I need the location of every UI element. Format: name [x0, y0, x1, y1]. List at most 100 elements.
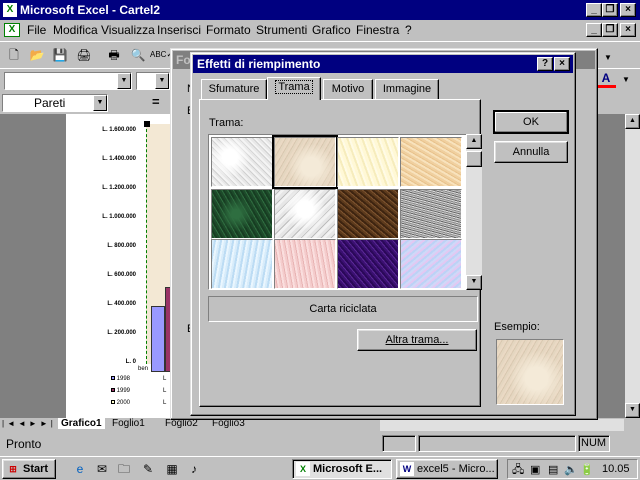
- outlook-icon[interactable]: ✉: [94, 461, 110, 477]
- excel-app-icon[interactable]: X: [3, 3, 17, 17]
- texture-swatch-gray-marble[interactable]: [274, 189, 336, 239]
- fill-effects-dialog: Effetti di riempimento ? × Sfumature Tra…: [190, 52, 576, 416]
- battery-icon[interactable]: 🔋: [580, 461, 594, 479]
- vertical-scrollbar[interactable]: ▲ ▼: [625, 114, 640, 418]
- menu-visualizza[interactable]: Visualizza: [101, 20, 155, 40]
- texture-swatch-white-marble[interactable]: [211, 137, 273, 187]
- quick-launch-icon[interactable]: ♪: [186, 461, 202, 477]
- texture-swatch-blue-tissue[interactable]: [211, 239, 273, 289]
- dialog-title-bar[interactable]: Effetti di riempimento ? ×: [193, 55, 573, 73]
- y-tick-label: L. 0: [125, 359, 136, 365]
- tab-foglio1[interactable]: Foglio1: [112, 418, 145, 429]
- task-word[interactable]: W excel5 - Micro...: [396, 459, 498, 479]
- volume-icon[interactable]: 🔈: [564, 461, 578, 479]
- task-excel[interactable]: X Microsoft E...: [292, 459, 392, 479]
- minimize-icon[interactable]: _: [586, 3, 602, 17]
- formula-equals[interactable]: =: [152, 94, 160, 109]
- network-icon[interactable]: 🖧: [512, 461, 524, 479]
- texture-name: Carta riciclata: [309, 303, 377, 315]
- legend-swatch: [111, 400, 115, 404]
- explorer-icon[interactable]: 🗀: [116, 461, 132, 477]
- desktop-icon[interactable]: ▦: [164, 461, 180, 477]
- texture-scrollbar[interactable]: ▲ ▼: [466, 134, 482, 290]
- internet-explorer-icon[interactable]: e: [72, 461, 88, 477]
- font-color-dropdown-icon[interactable]: ▼: [616, 70, 636, 90]
- legend-row-1999: 1999 L: [111, 388, 166, 394]
- tab-grafico1[interactable]: Grafico1: [58, 418, 105, 429]
- doc-minimize-icon[interactable]: _: [586, 23, 602, 37]
- menu-finestra[interactable]: Finestra: [356, 20, 399, 40]
- tab-sfumature[interactable]: Sfumature: [201, 79, 267, 99]
- doc-restore-icon[interactable]: ❐: [602, 23, 618, 37]
- menu-inserisci[interactable]: Inserisci: [157, 20, 201, 40]
- texture-grid[interactable]: [208, 134, 470, 290]
- menu-strumenti[interactable]: Strumenti: [256, 20, 307, 40]
- bar-1998[interactable]: [151, 306, 165, 372]
- maximize-icon[interactable]: ❐: [602, 3, 618, 17]
- new-icon[interactable]: 🗋: [4, 45, 24, 65]
- clock[interactable]: 10.05: [602, 460, 630, 478]
- size-combo[interactable]: ▼: [136, 72, 170, 90]
- name-box[interactable]: Pareti ▼: [2, 94, 108, 112]
- y-tick-label: L. 200.000: [107, 330, 136, 336]
- tab-motivo[interactable]: Motivo: [323, 79, 373, 99]
- y-tick-label: L. 1.600.000: [102, 127, 136, 133]
- chevron-down-icon[interactable]: ▼: [117, 73, 131, 89]
- menu-modifica[interactable]: Modifica: [53, 20, 98, 40]
- tab-scroll-arrows-icon[interactable]: |◄◄►►|: [2, 419, 56, 428]
- close-icon[interactable]: ×: [620, 3, 636, 17]
- scroll-up-icon[interactable]: ▲: [625, 114, 640, 129]
- print-preview-icon[interactable]: 🖨: [74, 45, 94, 65]
- texture-swatch-purple-mesh[interactable]: [337, 239, 399, 289]
- menu-grafico[interactable]: Grafico: [312, 20, 351, 40]
- num-lock-indicator: NUM: [578, 435, 610, 452]
- doc-close-icon[interactable]: ×: [620, 23, 636, 37]
- font-color-icon[interactable]: A: [596, 70, 616, 88]
- menu-formato[interactable]: Formato: [206, 20, 251, 40]
- texture-swatch-brown-marble[interactable]: [337, 189, 399, 239]
- name-box-value: Pareti: [34, 96, 66, 110]
- tab-trama[interactable]: Trama: [267, 77, 321, 100]
- texture-swatch-pink-tissue[interactable]: [274, 239, 336, 289]
- excel-title-text: Microsoft Excel - Cartel2: [20, 3, 161, 17]
- chevron-down-icon[interactable]: ▼: [155, 73, 169, 89]
- preview-icon[interactable]: 🔍: [128, 45, 148, 65]
- taskbar: ⊞ Start e ✉ 🗀 ✎ ▦ ♪ X Microsoft E... W e…: [0, 456, 640, 480]
- texture-swatch-green-marble[interactable]: [211, 189, 273, 239]
- scheduler-icon[interactable]: ▣: [530, 461, 540, 479]
- save-icon[interactable]: 💾: [50, 45, 70, 65]
- scroll-up-icon[interactable]: ▲: [466, 134, 482, 149]
- channels-icon[interactable]: ✎: [140, 461, 156, 477]
- texture-swatch-bouquet[interactable]: [400, 239, 462, 289]
- scroll-down-icon[interactable]: ▼: [466, 275, 482, 290]
- ok-button[interactable]: OK: [494, 111, 568, 133]
- horizontal-scrollbar[interactable]: [380, 419, 624, 431]
- excel-title-bar[interactable]: X Microsoft Excel - Cartel2 _ ❐ ×: [0, 0, 640, 20]
- selection-handle[interactable]: [144, 121, 150, 127]
- start-button[interactable]: ⊞ Start: [2, 459, 56, 479]
- scroll-thumb[interactable]: [466, 151, 482, 167]
- other-texture-button[interactable]: Altra trama...: [357, 329, 477, 351]
- menu-file[interactable]: File: [27, 20, 46, 40]
- scroll-down-icon[interactable]: ▼: [625, 403, 640, 418]
- print-icon[interactable]: 🖶: [104, 45, 124, 65]
- chevron-down-icon[interactable]: ▼: [93, 95, 107, 111]
- menu-help[interactable]: ?: [405, 20, 412, 40]
- texture-swatch-granite[interactable]: [400, 189, 462, 239]
- display-icon[interactable]: ▤: [548, 461, 558, 479]
- tab-immagine[interactable]: Immagine: [375, 79, 439, 99]
- texture-swatch-parchment[interactable]: [337, 137, 399, 187]
- toolbar-more-icon[interactable]: ▼: [598, 48, 618, 68]
- help-button[interactable]: ?: [537, 57, 553, 71]
- font-combo[interactable]: ▼: [4, 72, 132, 90]
- document-icon[interactable]: X: [4, 23, 20, 37]
- texture-label: Trama:: [209, 117, 244, 129]
- legend-swatch: [111, 376, 115, 380]
- texture-swatch-recycled-paper[interactable]: [272, 135, 338, 189]
- windows-logo-icon: ⊞: [9, 464, 17, 474]
- dialog-close-button[interactable]: ×: [554, 57, 570, 71]
- spelling-icon[interactable]: ABC✓: [150, 45, 173, 65]
- texture-swatch-sand[interactable]: [400, 137, 462, 187]
- cancel-button[interactable]: Annulla: [494, 141, 568, 163]
- open-icon[interactable]: 📂: [27, 45, 47, 65]
